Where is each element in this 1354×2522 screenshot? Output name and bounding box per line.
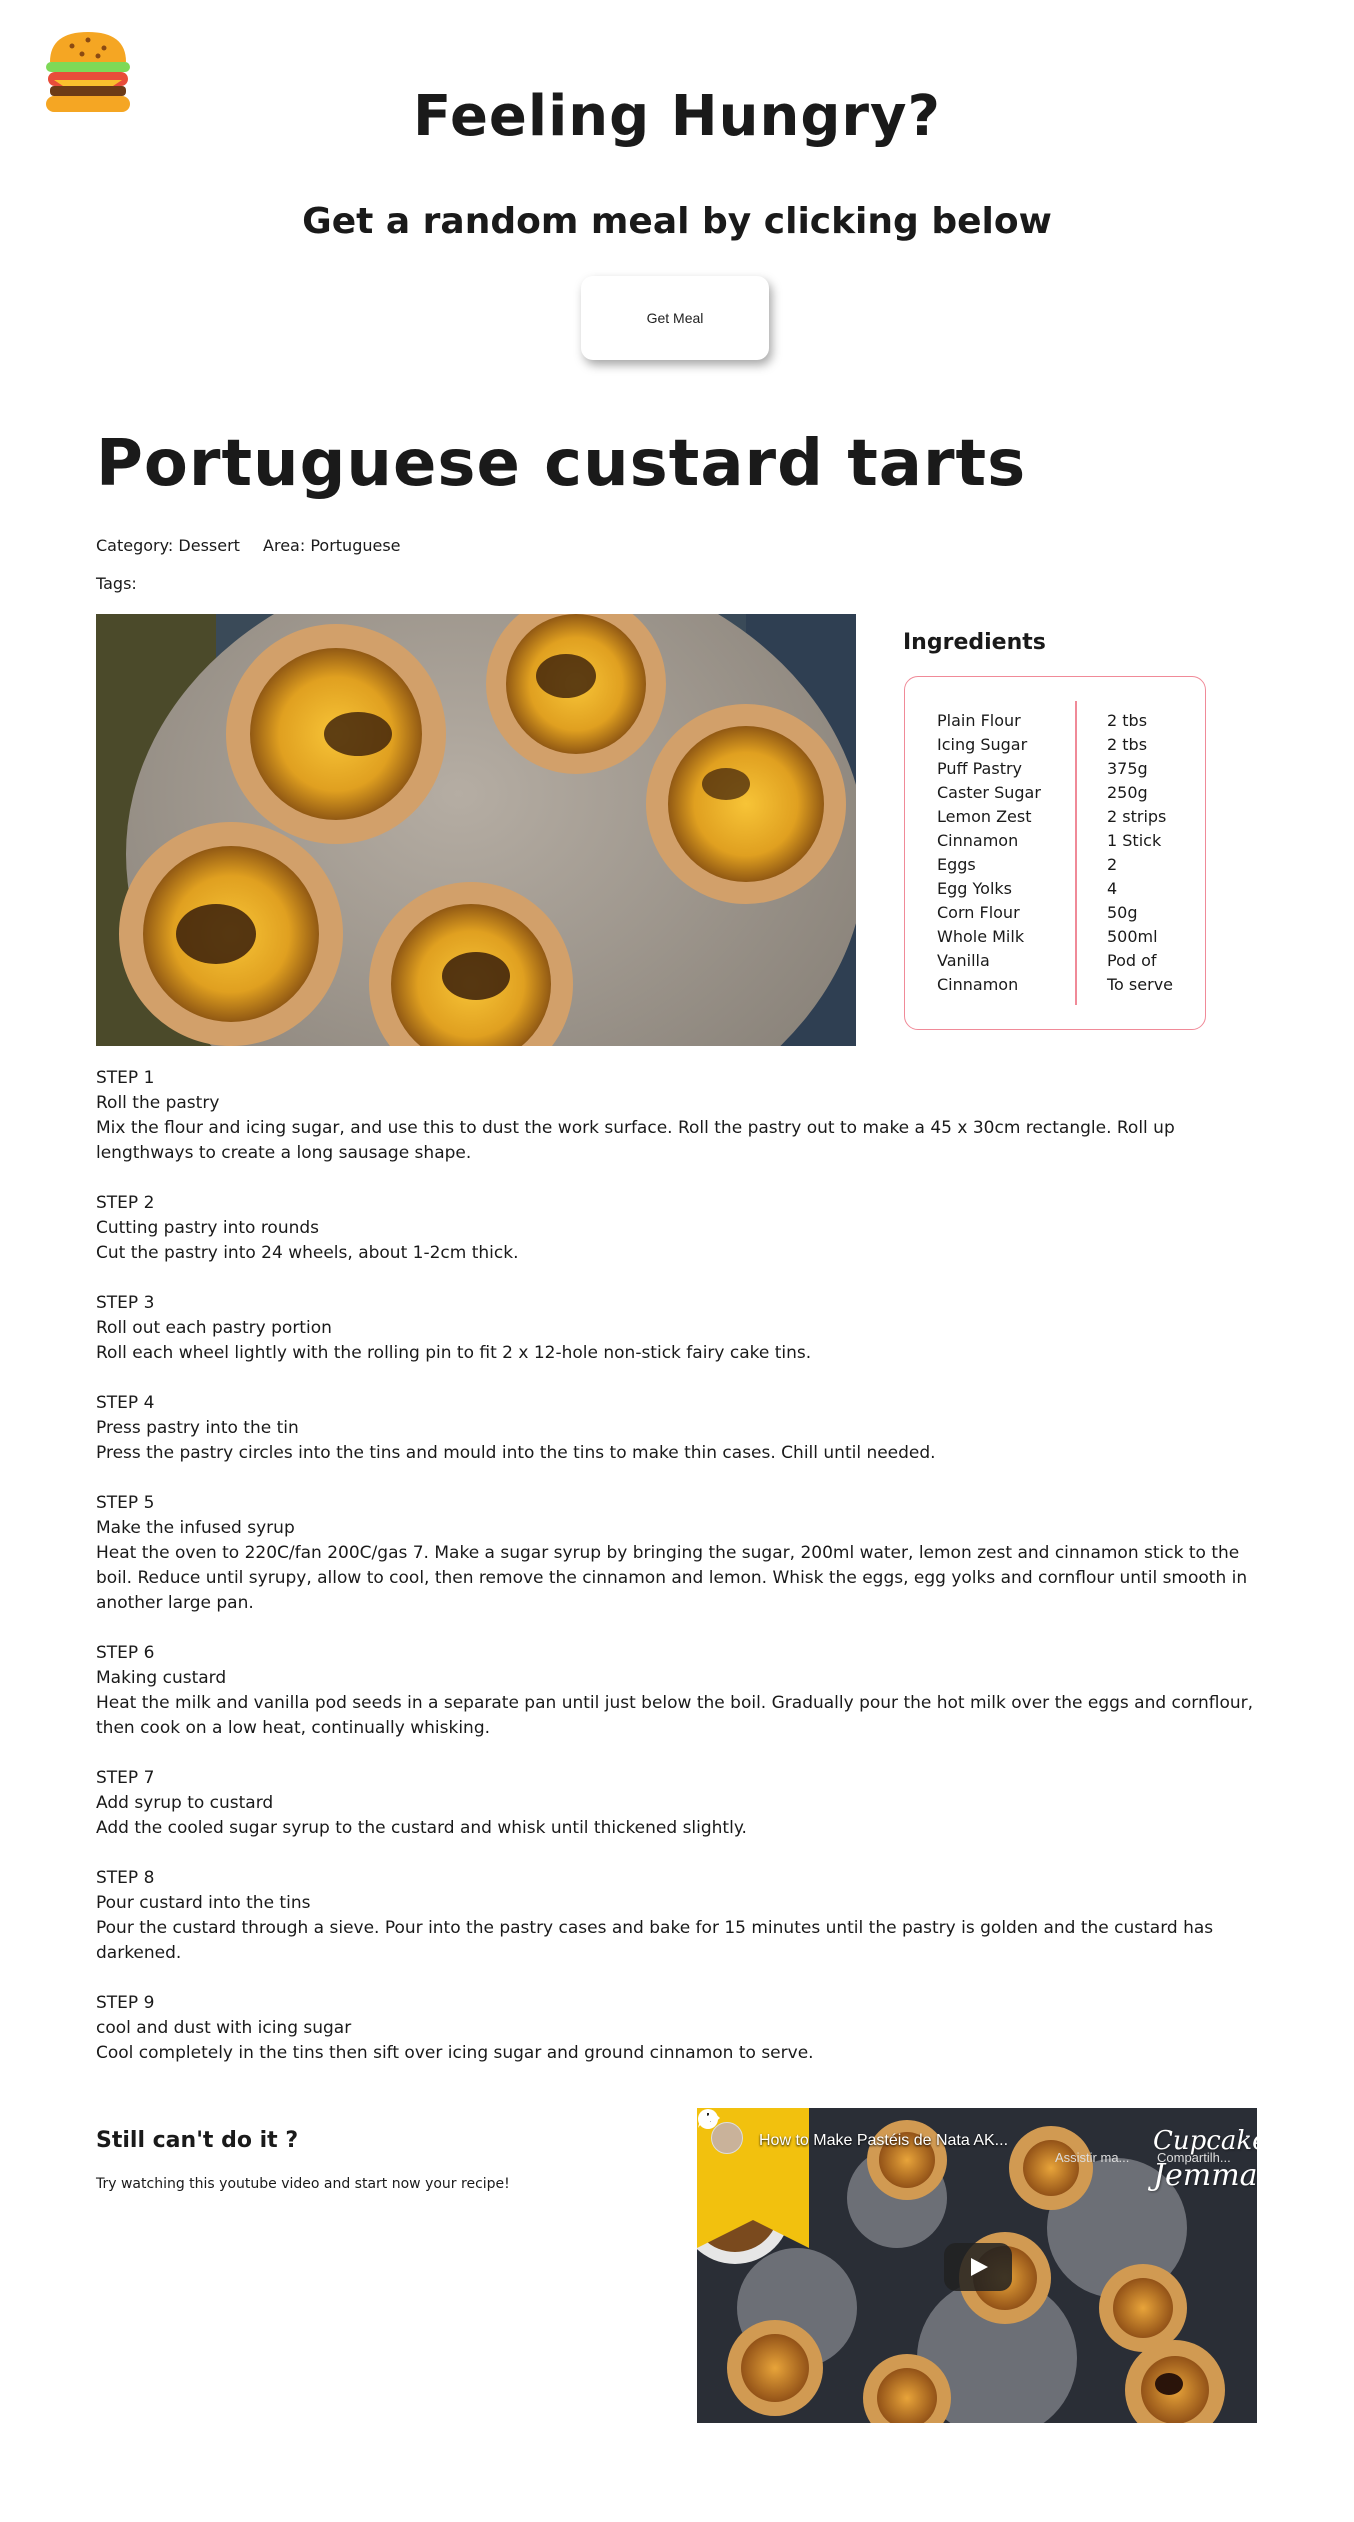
ingredient-measure: To serve	[1107, 975, 1173, 994]
meal-area: Area: Portuguese	[263, 536, 401, 555]
step-title: Roll out each pastry portion	[96, 1318, 332, 1338]
instructions: STEP 1 Roll the pastry Mix the flour and…	[96, 1066, 1256, 2091]
ingredient-row: Eggs 2	[937, 853, 1197, 877]
step: STEP 8 Pour custard into the tins Pour t…	[96, 1866, 1256, 1966]
step-text: Press the pastry circles into the tins a…	[96, 1443, 936, 1463]
ingredient-row: Cinnamon 1 Stick	[937, 829, 1197, 853]
ingredient-measure: 500ml	[1107, 927, 1158, 946]
step-label: STEP 2	[96, 1193, 155, 1213]
step-label: STEP 4	[96, 1393, 155, 1413]
ingredient-name: Lemon Zest	[937, 807, 1032, 826]
ingredient-row: Icing Sugar 2 tbs	[937, 733, 1197, 757]
ingredient-row: Corn Flour 50g	[937, 901, 1197, 925]
ingredient-measure: 375g	[1107, 759, 1148, 778]
step-label: STEP 9	[96, 1993, 155, 2013]
ingredients-heading: Ingredients	[903, 630, 1046, 655]
ingredient-measure: 2 tbs	[1107, 711, 1148, 730]
watch-later-label[interactable]: Assistir ma...	[1055, 2150, 1129, 2165]
get-meal-button[interactable]: Get Meal	[581, 276, 769, 360]
ingredient-measure: 2	[1107, 855, 1118, 874]
step-text: Roll each wheel lightly with the rolling…	[96, 1343, 812, 1363]
step-text: Cool completely in the tins then sift ov…	[96, 2043, 814, 2063]
youtube-video-embed[interactable]: Cupcake Jemma How to Make Pastéis de Nat…	[697, 2108, 1257, 2423]
ingredient-name: Eggs	[937, 855, 976, 874]
ingredient-row: Puff Pastry 375g	[937, 757, 1197, 781]
step: STEP 1 Roll the pastry Mix the flour and…	[96, 1066, 1256, 1166]
step-label: STEP 8	[96, 1868, 155, 1888]
step-title: Press pastry into the tin	[96, 1418, 299, 1438]
page-subtitle: Get a random meal by clicking below	[302, 201, 1052, 242]
step-text: Add the cooled sugar syrup to the custar…	[96, 1818, 747, 1838]
step: STEP 7 Add syrup to custard Add the cool…	[96, 1766, 1256, 1841]
ingredient-measure: Pod of	[1107, 951, 1157, 970]
ingredient-row: Caster Sugar 250g	[937, 781, 1197, 805]
ingredient-row: Egg Yolks 4	[937, 877, 1197, 901]
play-button[interactable]	[944, 2243, 1012, 2291]
step-label: STEP 3	[96, 1293, 155, 1313]
step-title: cool and dust with icing sugar	[96, 2018, 352, 2038]
step: STEP 3 Roll out each pastry portion Roll…	[96, 1291, 1256, 1366]
ingredient-measure: 250g	[1107, 783, 1148, 802]
ingredient-row: Whole Milk 500ml	[937, 925, 1197, 949]
ingredient-name: Icing Sugar	[937, 735, 1028, 754]
ingredient-name: Caster Sugar	[937, 783, 1041, 802]
step-text: Mix the flour and icing sugar, and use t…	[96, 1118, 1175, 1163]
video-section-heading: Still can't do it ?	[96, 2128, 299, 2153]
ingredient-measure: 1 Stick	[1107, 831, 1162, 850]
share-label[interactable]: Compartilh...	[1157, 2150, 1231, 2165]
step-text: Cut the pastry into 24 wheels, about 1-2…	[96, 1243, 519, 1263]
ingredient-row: Vanilla Pod of	[937, 949, 1197, 973]
page-title: Feeling Hungry?	[412, 84, 942, 149]
ingredient-row: Plain Flour 2 tbs	[937, 709, 1197, 733]
step: STEP 5 Make the infused syrup Heat the o…	[96, 1491, 1256, 1616]
ingredient-measure: 4	[1107, 879, 1118, 898]
ingredient-measure: 2 tbs	[1107, 735, 1148, 754]
ingredient-measure: 50g	[1107, 903, 1138, 922]
ingredient-name: Puff Pastry	[937, 759, 1023, 778]
ingredient-row: Cinnamon To serve	[937, 973, 1197, 997]
meal-title: Portuguese custard tarts	[96, 427, 1027, 501]
ingredient-name: Whole Milk	[937, 927, 1025, 946]
meal-photo	[96, 614, 856, 1046]
ingredient-name: Vanilla	[937, 951, 990, 970]
video-title[interactable]: How to Make Pastéis de Nata AK...	[759, 2132, 1008, 2150]
ingredient-name: Corn Flour	[937, 903, 1020, 922]
ingredient-name: Cinnamon	[937, 831, 1019, 850]
step-label: STEP 1	[96, 1068, 155, 1088]
ingredients-list: Plain Flour 2 tbs Icing Sugar 2 tbs Puff P…	[937, 709, 1197, 997]
step-title: Roll the pastry	[96, 1093, 220, 1113]
step-title: Pour custard into the tins	[96, 1893, 311, 1913]
step-text: Pour the custard through a sieve. Pour i…	[96, 1918, 1214, 1963]
ingredient-name: Egg Yolks	[937, 879, 1012, 898]
meal-category: Category: Dessert	[96, 536, 240, 555]
step-title: Cutting pastry into rounds	[96, 1218, 320, 1238]
meal-tags: Tags:	[96, 574, 137, 593]
step: STEP 2 Cutting pastry into rounds Cut th…	[96, 1191, 1256, 1266]
share-icon[interactable]	[697, 2108, 721, 2130]
step-label: STEP 7	[96, 1768, 155, 1788]
step: STEP 6 Making custard Heat the milk and …	[96, 1641, 1256, 1741]
ingredient-row: Lemon Zest 2 strips	[937, 805, 1197, 829]
step: STEP 9 cool and dust with icing sugar Co…	[96, 1991, 1256, 2066]
step-title: Making custard	[96, 1668, 227, 1688]
step-title: Make the infused syrup	[96, 1518, 295, 1538]
ingredient-measure: 2 strips	[1107, 807, 1167, 826]
ingredients-table: Plain Flour 2 tbs Icing Sugar 2 tbs Puff P…	[904, 676, 1206, 1030]
meal-meta: Category: Dessert Area: Portuguese	[96, 534, 419, 558]
step-label: STEP 6	[96, 1643, 155, 1663]
ingredient-name: Plain Flour	[937, 711, 1021, 730]
step-text: Heat the milk and vanilla pod seeds in a…	[96, 1693, 1254, 1738]
step-title: Add syrup to custard	[96, 1793, 274, 1813]
video-section-text: Try watching this youtube video and star…	[96, 2176, 510, 2192]
step-text: Heat the oven to 220C/fan 200C/gas 7. Ma…	[96, 1543, 1248, 1613]
step-label: STEP 5	[96, 1493, 155, 1513]
step: STEP 4 Press pastry into the tin Press t…	[96, 1391, 1256, 1466]
ingredient-name: Cinnamon	[937, 975, 1019, 994]
